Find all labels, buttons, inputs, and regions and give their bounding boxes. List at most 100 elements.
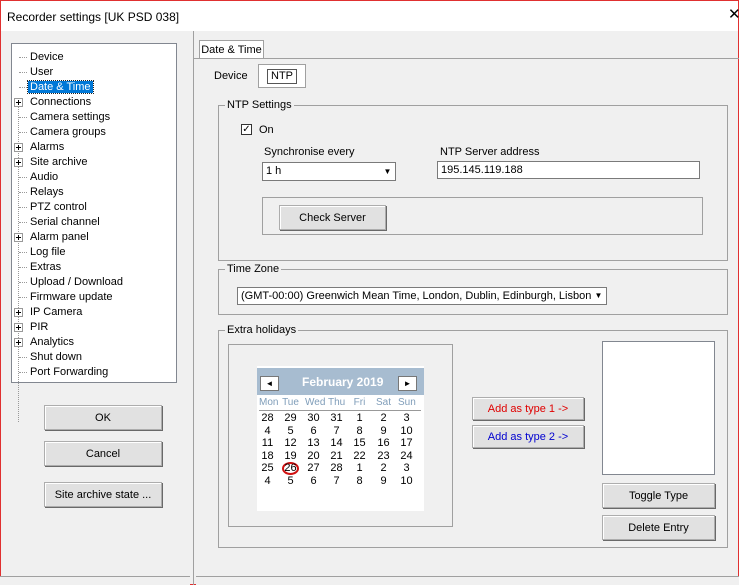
calendar-day[interactable]: 29 [282, 412, 299, 424]
cancel-button[interactable]: Cancel [44, 441, 162, 466]
settings-tree[interactable]: Device User Date & Time Connections Camera s… [11, 43, 177, 422]
calendar-day[interactable]: 2 [375, 462, 392, 474]
tree-item[interactable]: Upload / Download [12, 276, 125, 289]
calendar-day-today[interactable]: 26 [282, 462, 299, 475]
calendar-day[interactable]: 8 [351, 425, 368, 437]
calendar-day[interactable]: 22 [351, 450, 368, 462]
tree-item[interactable]: Date & Time [12, 80, 94, 94]
tree-item[interactable]: Relays [12, 186, 66, 199]
calendar-day[interactable]: 10 [398, 425, 415, 437]
calendar-day[interactable]: 10 [398, 475, 415, 487]
calendar-day[interactable]: 23 [375, 450, 392, 462]
tree-item[interactable]: Device [12, 51, 66, 64]
calendar-day[interactable]: 30 [305, 412, 322, 424]
sync-every-select[interactable]: 1 h ▼ [262, 162, 396, 181]
tree-item[interactable]: PTZ control [12, 201, 89, 214]
tree-item[interactable]: Serial channel [12, 216, 102, 229]
expand-plus-icon[interactable] [14, 338, 23, 347]
calendar-day[interactable]: 20 [305, 450, 322, 462]
calendar-day[interactable]: 4 [259, 425, 276, 437]
expand-plus-icon[interactable] [14, 323, 23, 332]
calendar-weekday-label: Thu [328, 397, 346, 408]
add-as-type-2-button[interactable]: Add as type 2 -> [472, 425, 584, 448]
delete-entry-button[interactable]: Delete Entry [602, 515, 715, 540]
expand-plus-icon[interactable] [14, 233, 23, 242]
tree-item[interactable]: Firmware update [12, 291, 115, 304]
tree-item-label: Serial channel [30, 216, 100, 228]
tree-item[interactable]: Audio [12, 171, 60, 184]
calendar-day[interactable]: 17 [398, 437, 415, 449]
ok-button[interactable]: OK [44, 405, 162, 430]
calendar-day[interactable]: 6 [305, 425, 322, 437]
tab-device[interactable]: Device [214, 70, 248, 82]
tree-connector [19, 177, 27, 178]
calendar-day[interactable]: 9 [375, 475, 392, 487]
toggle-type-button[interactable]: Toggle Type [602, 483, 715, 508]
calendar-day[interactable]: 14 [328, 437, 345, 449]
chevron-down-icon[interactable]: ▼ [380, 163, 395, 180]
next-month-icon[interactable]: ► [398, 376, 417, 391]
calendar-day[interactable]: 15 [351, 437, 368, 449]
tab-date-time[interactable]: Date & Time [199, 40, 264, 59]
tree-item[interactable]: IP Camera [12, 306, 84, 319]
tree-item[interactable]: Camera groups [12, 126, 108, 139]
tree-item[interactable]: PIR [12, 321, 50, 334]
site-archive-state-button[interactable]: Site archive state ... [44, 482, 162, 507]
calendar-day[interactable]: 18 [259, 450, 276, 462]
calendar-day[interactable]: 16 [375, 437, 392, 449]
calendar-day[interactable]: 4 [259, 475, 276, 487]
calendar-day[interactable]: 8 [351, 475, 368, 487]
calendar-day[interactable]: 9 [375, 425, 392, 437]
calendar-day[interactable]: 3 [398, 462, 415, 474]
tab-ntp[interactable]: NTP [258, 64, 306, 88]
tree-item[interactable]: Alarms [12, 141, 66, 154]
month-calendar[interactable]: ◄ February 2019 ► Mon Tue Wed Thu Fri Sat Sun 2… [257, 366, 424, 511]
pane-divider [193, 31, 194, 585]
calendar-day[interactable]: 31 [328, 412, 345, 424]
expand-plus-icon[interactable] [14, 158, 23, 167]
calendar-day[interactable]: 19 [282, 450, 299, 462]
expand-plus-icon[interactable] [14, 143, 23, 152]
ntp-settings-group: NTP Settings [218, 99, 728, 261]
prev-month-icon[interactable]: ◄ [260, 376, 279, 391]
calendar-day[interactable]: 7 [328, 425, 345, 437]
calendar-day[interactable]: 1 [351, 462, 368, 474]
calendar-day[interactable]: 13 [305, 437, 322, 449]
calendar-day[interactable]: 12 [282, 437, 299, 449]
tree-item[interactable]: Camera settings [12, 111, 112, 124]
tree-item[interactable]: Port Forwarding [12, 366, 110, 379]
calendar-day[interactable]: 21 [328, 450, 345, 462]
calendar-day[interactable]: 25 [259, 462, 276, 474]
tree-item[interactable]: Analytics [12, 336, 76, 349]
calendar-day[interactable]: 7 [328, 475, 345, 487]
expand-plus-icon[interactable] [14, 308, 23, 317]
calendar-day[interactable]: 2 [375, 412, 392, 424]
check-server-button[interactable]: Check Server [279, 205, 386, 230]
calendar-day[interactable]: 28 [259, 412, 276, 424]
tree-item[interactable]: Log file [12, 246, 67, 259]
tree-item[interactable]: Site archive [12, 156, 89, 169]
calendar-day[interactable]: 6 [305, 475, 322, 487]
tree-item[interactable]: Alarm panel [12, 231, 91, 244]
calendar-day[interactable]: 28 [328, 462, 345, 474]
calendar-day[interactable]: 24 [398, 450, 415, 462]
add-as-type-1-button[interactable]: Add as type 1 -> [472, 397, 584, 420]
tree-item[interactable]: Shut down [12, 351, 84, 364]
calendar-day[interactable]: 5 [282, 425, 299, 437]
close-icon[interactable]: ✕ [728, 7, 739, 22]
calendar-day[interactable]: 5 [282, 475, 299, 487]
chevron-down-icon[interactable]: ▼ [591, 288, 606, 304]
calendar-day[interactable]: 3 [398, 412, 415, 424]
ntp-server-input[interactable]: 195.145.119.188 [437, 161, 700, 179]
expand-plus-icon[interactable] [14, 98, 23, 107]
calendar-day[interactable]: 27 [305, 462, 322, 474]
time-zone-select[interactable]: (GMT-00:00) Greenwich Mean Time, London,… [237, 287, 607, 305]
holidays-list[interactable] [602, 341, 715, 475]
calendar-month-title[interactable]: February 2019 [302, 375, 383, 389]
calendar-day[interactable]: 11 [259, 437, 276, 449]
calendar-day[interactable]: 1 [351, 412, 368, 424]
ntp-on-checkbox[interactable]: ✓ [241, 124, 252, 135]
tree-item[interactable]: Connections [12, 96, 93, 109]
tree-item[interactable]: User [12, 66, 55, 79]
tree-item[interactable]: Extras [12, 261, 63, 274]
